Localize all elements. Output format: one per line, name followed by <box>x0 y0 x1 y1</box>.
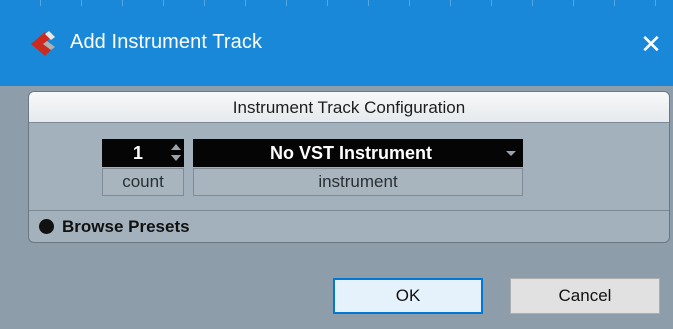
instrument-track-configuration-panel: Instrument Track Configuration 1 count N… <box>28 91 670 243</box>
instrument-dropdown[interactable]: No VST Instrument <box>193 139 523 167</box>
count-label: count <box>102 168 184 196</box>
ok-button[interactable]: OK <box>333 278 483 314</box>
close-icon[interactable]: ✕ <box>633 26 669 62</box>
title-bar: Add Instrument Track ✕ <box>0 0 673 86</box>
cubase-logo-icon <box>31 31 55 56</box>
count-value: 1 <box>132 143 143 163</box>
cancel-button[interactable]: Cancel <box>510 278 660 314</box>
spin-down-icon[interactable] <box>171 155 181 161</box>
instrument-value: No VST Instrument <box>269 143 432 163</box>
chevron-down-icon <box>506 151 516 156</box>
count-stepper[interactable]: 1 <box>102 139 184 167</box>
instrument-label: instrument <box>193 168 523 196</box>
browse-presets-toggle[interactable]: Browse Presets <box>39 214 190 240</box>
expand-dot-icon <box>39 219 54 234</box>
spinner[interactable] <box>171 142 181 164</box>
dialog-body: Instrument Track Configuration 1 count N… <box>0 86 673 329</box>
config-area: 1 count No VST Instrument instrument <box>29 123 669 211</box>
browse-presets-label: Browse Presets <box>62 217 190 236</box>
panel-header: Instrument Track Configuration <box>29 92 669 123</box>
spin-up-icon[interactable] <box>171 144 181 150</box>
background-ruler <box>0 0 673 6</box>
window-title: Add Instrument Track <box>70 31 263 53</box>
